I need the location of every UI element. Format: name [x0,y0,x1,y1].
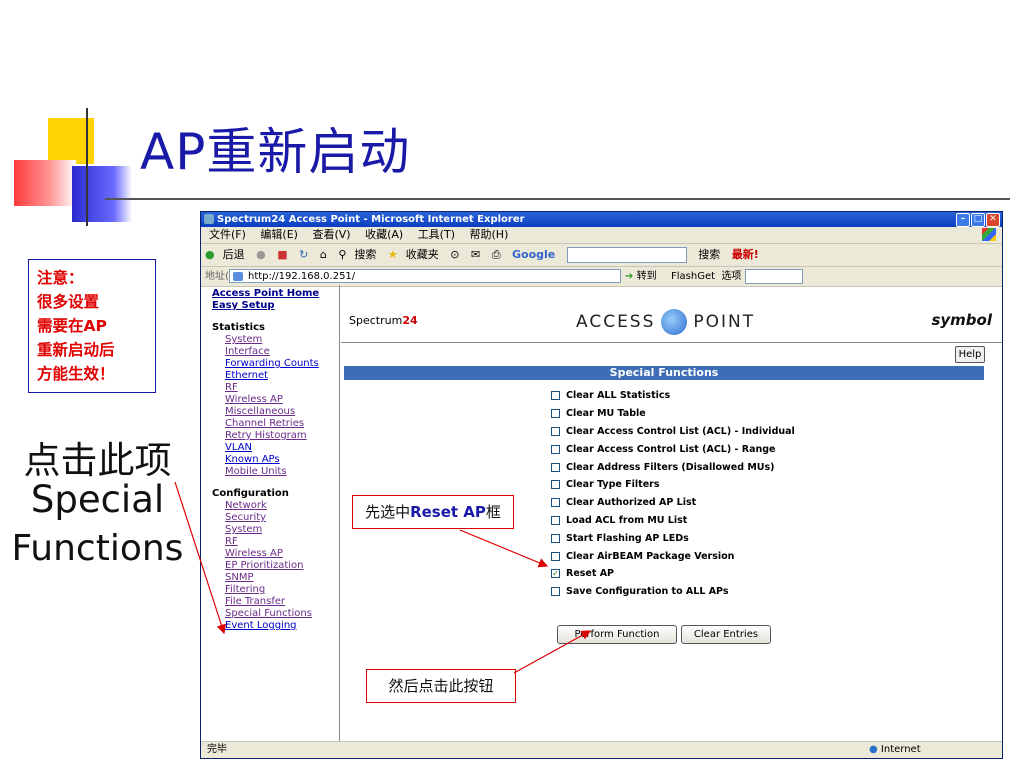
annotation-arrows [174,481,592,674]
arrow-to-perform-button [513,630,592,674]
arrow-to-special-functions [174,481,226,635]
arrow-to-reset-ap [459,529,549,568]
